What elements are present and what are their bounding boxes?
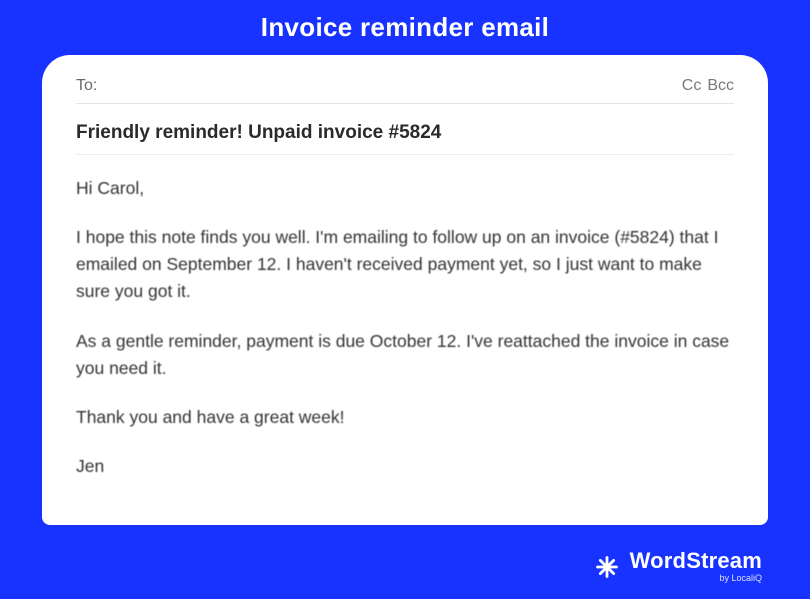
email-signoff: Jen — [76, 453, 734, 480]
brand-text: WordStream by LocaliQ — [630, 550, 762, 583]
brand-name: WordStream — [630, 550, 762, 572]
brand-byline: by LocaliQ — [719, 574, 762, 583]
asterisk-icon — [594, 554, 620, 580]
email-header-row: To: Cc Bcc — [76, 77, 734, 104]
email-paragraph-3: Thank you and have a great week! — [76, 404, 734, 431]
email-card: To: Cc Bcc Friendly reminder! Unpaid inv… — [42, 55, 768, 525]
footer-brand: WordStream by LocaliQ — [594, 550, 762, 583]
email-subject: Friendly reminder! Unpaid invoice #5824 — [76, 122, 734, 155]
cc-bcc-group: Cc Bcc — [682, 77, 734, 95]
to-label: To: — [76, 77, 97, 95]
email-paragraph-1: I hope this note finds you well. I'm ema… — [76, 224, 734, 305]
email-paragraph-2: As a gentle reminder, payment is due Oct… — [76, 328, 734, 382]
bcc-label: Bcc — [707, 77, 734, 95]
page-title: Invoice reminder email — [0, 0, 810, 55]
cc-label: Cc — [682, 77, 702, 95]
email-greeting: Hi Carol, — [76, 175, 734, 202]
email-body: Hi Carol, I hope this note finds you wel… — [76, 175, 734, 480]
